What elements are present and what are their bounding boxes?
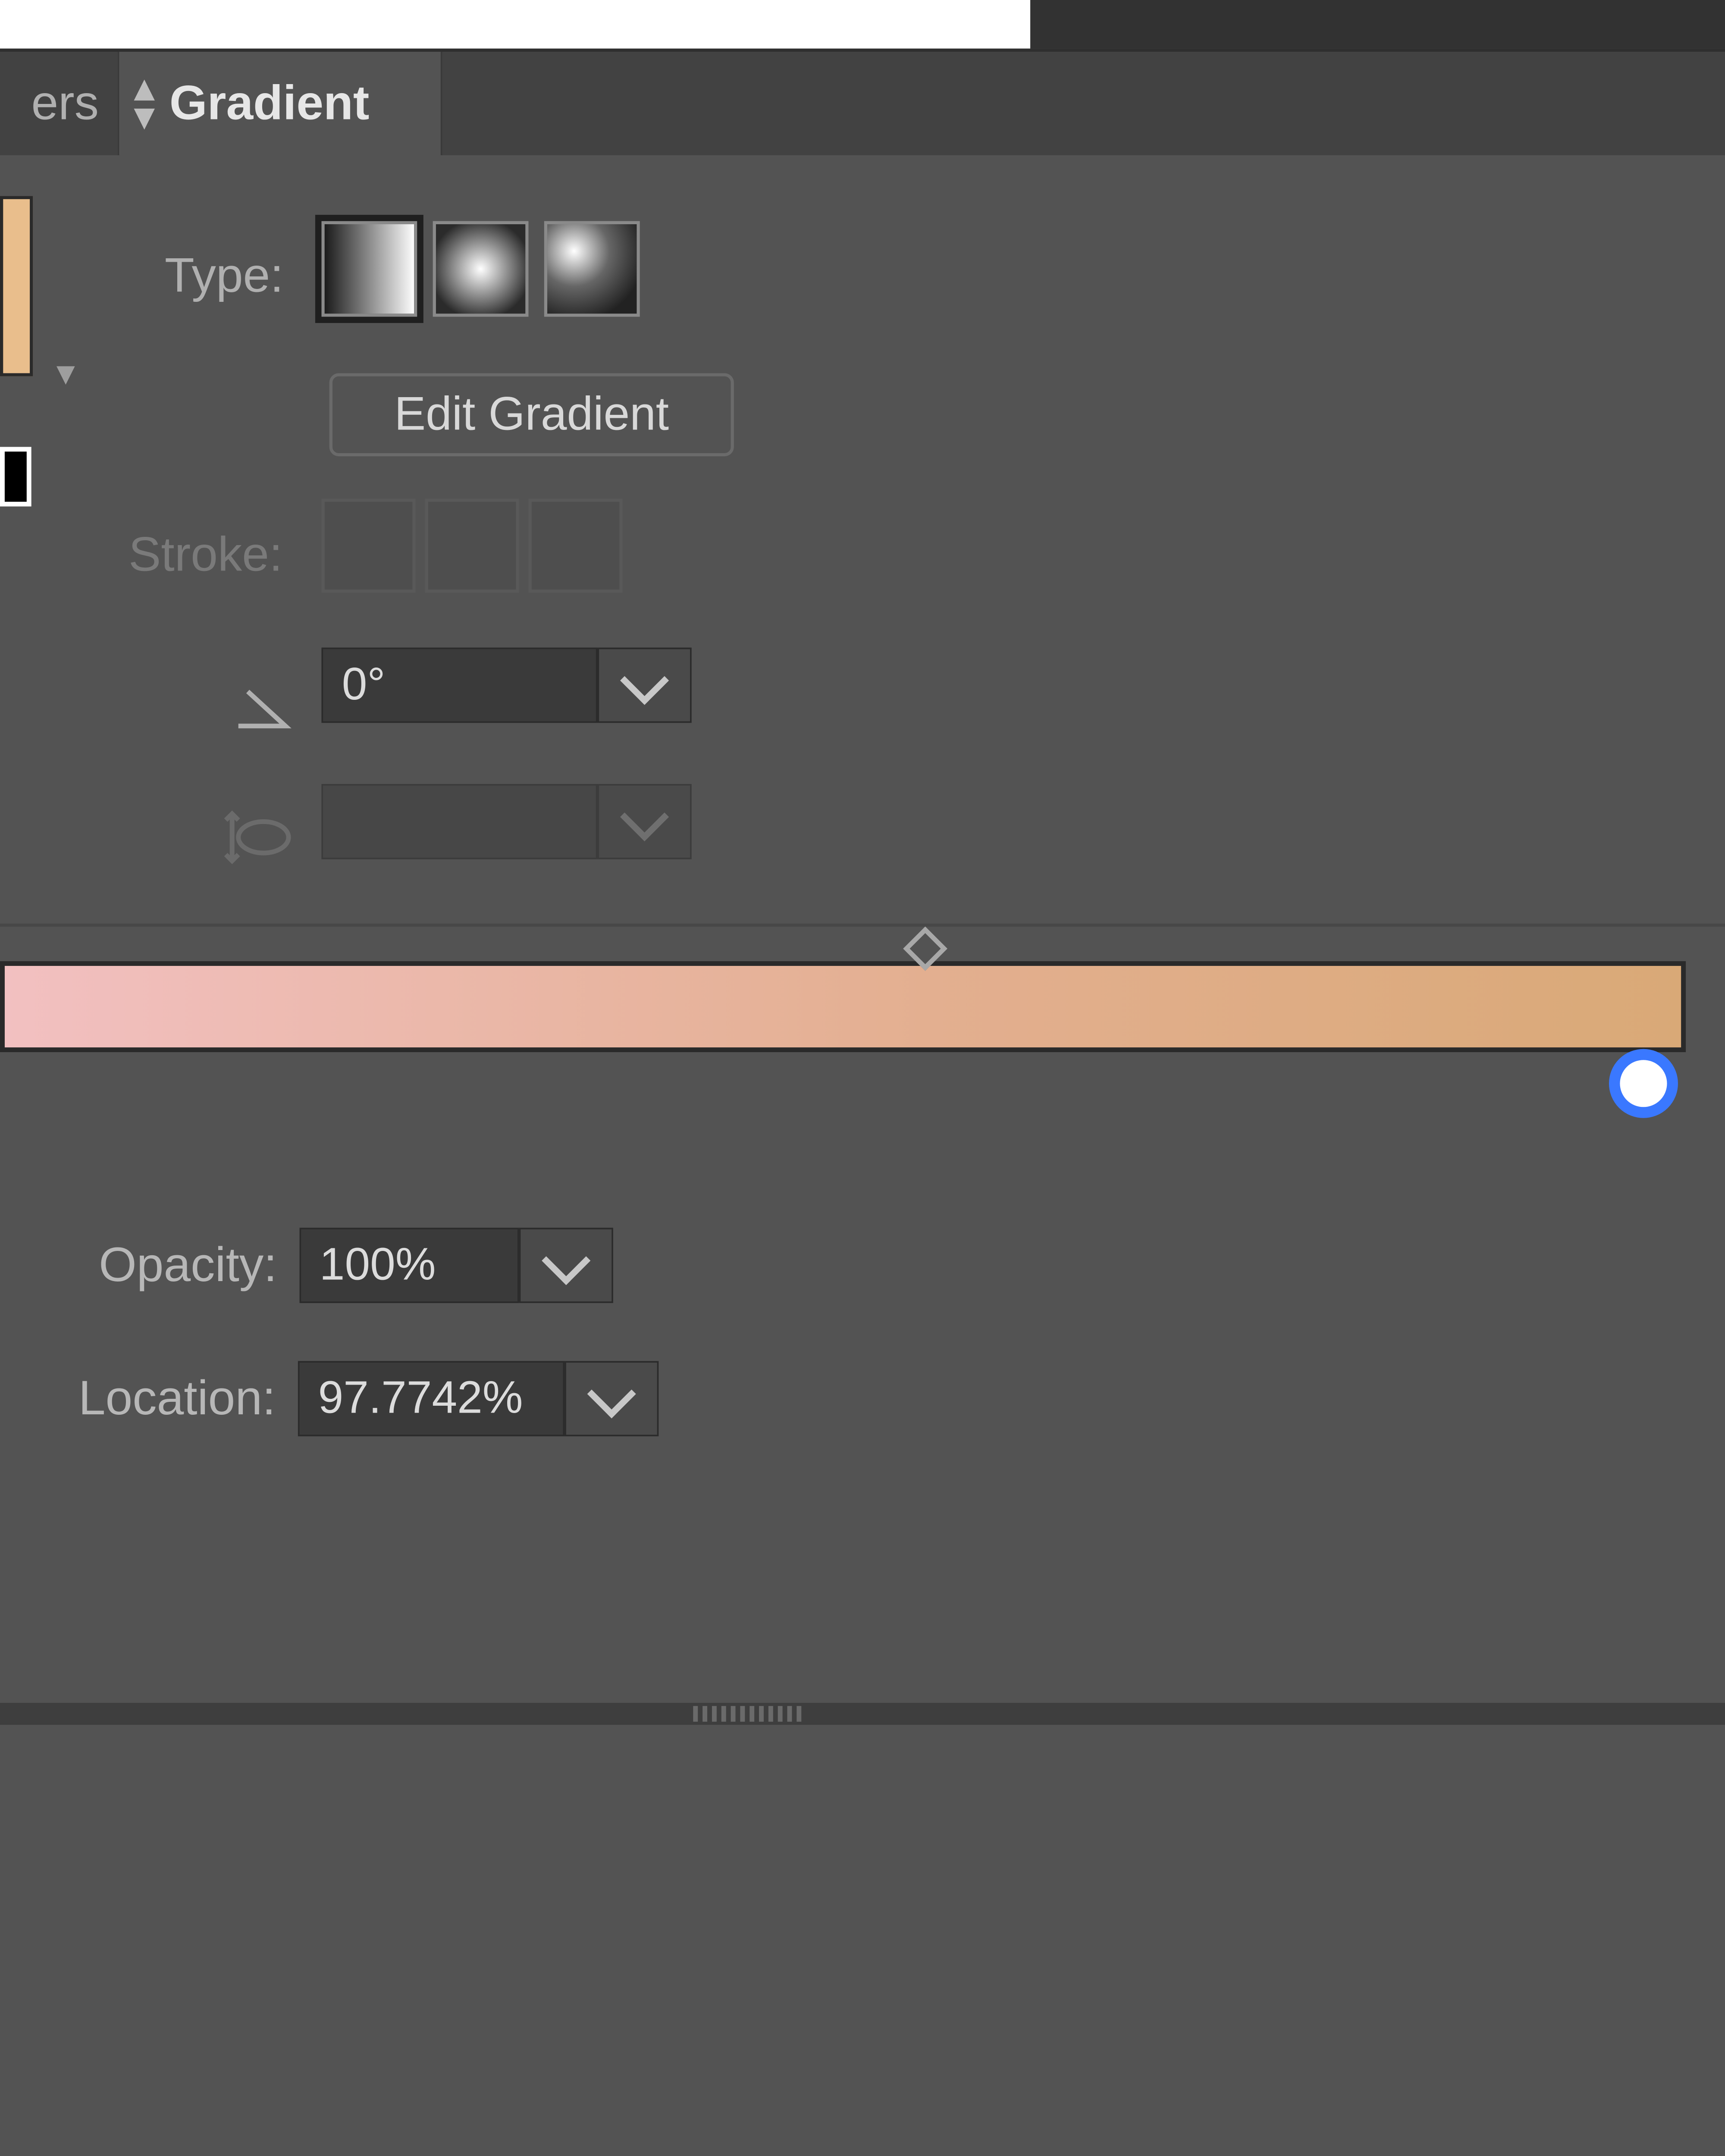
document-canvas-corner (0, 0, 1030, 49)
type-label: Type: (165, 248, 284, 304)
stroke-along-icon (425, 498, 519, 592)
aspect-ratio-dropdown (597, 784, 691, 859)
app-background (1030, 0, 1725, 49)
chevron-down-icon (620, 793, 669, 841)
aspect-ratio-input (321, 784, 597, 859)
stroke-swatch[interactable] (0, 447, 31, 506)
location-row: Location: 97.7742% (78, 1361, 659, 1436)
gradient-ramp[interactable] (0, 961, 1686, 1052)
stroke-gradient-group (321, 498, 622, 592)
angle-input[interactable]: 0° (321, 648, 597, 723)
edit-gradient-button[interactable]: Edit Gradient (329, 373, 734, 456)
tab-label: Gradient (169, 75, 370, 132)
location-value: 97.7742% (318, 1373, 523, 1425)
sort-icon: ▴▾ (135, 75, 154, 132)
chevron-down-icon (587, 1369, 636, 1418)
location-label: Location: (78, 1370, 276, 1427)
gradient-preset-dropdown[interactable]: ▼ (50, 357, 81, 394)
stroke-within-icon (321, 498, 415, 592)
opacity-value: 100% (320, 1240, 436, 1291)
angle-value: 0° (342, 659, 386, 711)
gradient-stop-selected[interactable] (1609, 1049, 1678, 1118)
tab-label: ers (31, 75, 99, 132)
opacity-input[interactable]: 100% (299, 1228, 519, 1303)
stroke-label: Stroke: (129, 527, 282, 583)
freeform-gradient-icon[interactable] (544, 221, 640, 317)
panel-tabs: ers ▴▾ Gradient (0, 52, 1725, 155)
aspect-ratio-icon (223, 798, 298, 889)
gradient-type-group (321, 221, 640, 317)
linear-gradient-icon[interactable] (321, 221, 417, 317)
resize-grabber-icon (693, 1706, 881, 1721)
location-dropdown[interactable] (564, 1361, 658, 1436)
chevron-down-icon (620, 656, 669, 705)
opacity-row: Opacity: 100% (99, 1228, 613, 1303)
tab-gradient[interactable]: ▴▾ Gradient (118, 52, 442, 155)
opacity-dropdown[interactable] (519, 1228, 613, 1303)
stroke-across-icon (528, 498, 622, 592)
location-input[interactable]: 97.7742% (298, 1361, 564, 1436)
opacity-label: Opacity: (99, 1237, 277, 1294)
button-label: Edit Gradient (394, 388, 669, 442)
chevron-down-icon (541, 1236, 590, 1285)
tab-previous[interactable]: ers (0, 52, 118, 155)
angle-dropdown[interactable] (597, 648, 691, 723)
angle-icon (232, 663, 295, 754)
gradient-panel: ers ▴▾ Gradient ▼ Type: Edit Gradient St… (0, 49, 1725, 1711)
gradient-preview-swatch[interactable] (0, 196, 33, 376)
divider (0, 924, 1725, 927)
radial-gradient-icon[interactable] (433, 221, 529, 317)
